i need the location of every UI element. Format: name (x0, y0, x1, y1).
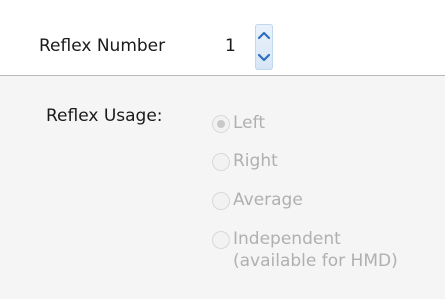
radio-selected-dot (217, 120, 225, 128)
radio-option-right[interactable]: Right (212, 150, 278, 174)
radio-button-right[interactable] (212, 153, 230, 171)
radio-label-independent-note: (available for HMD) (233, 251, 398, 271)
reflex-number-section: Reflex Number 1 (0, 0, 445, 75)
reflex-usage-label: Reflex Usage: (46, 106, 163, 126)
chevron-down-icon (257, 53, 271, 62)
radio-button-left[interactable] (212, 115, 230, 133)
radio-label-right: Right (233, 151, 278, 171)
section-divider (0, 75, 445, 76)
radio-label-average: Average (233, 190, 303, 210)
reflex-number-spinner[interactable] (255, 24, 273, 70)
reflex-number-value[interactable]: 1 (225, 36, 236, 56)
radio-button-average[interactable] (212, 192, 230, 210)
radio-option-left[interactable]: Left (212, 112, 265, 136)
spinner-up-button[interactable] (255, 24, 273, 47)
radio-button-independent[interactable] (212, 231, 230, 249)
radio-label-left: Left (233, 113, 265, 133)
reflex-settings-panel: Reflex Number 1 Reflex Usage: Left Right… (0, 0, 445, 299)
chevron-up-icon (257, 31, 271, 40)
radio-label-independent-main: Independent (233, 229, 341, 249)
reflex-number-label: Reflex Number (39, 36, 166, 56)
spinner-down-button[interactable] (255, 47, 273, 70)
radio-option-average[interactable]: Average (212, 189, 303, 213)
radio-option-independent[interactable]: Independent (available for HMD) (212, 228, 398, 271)
radio-label-independent: Independent (available for HMD) (233, 228, 398, 272)
